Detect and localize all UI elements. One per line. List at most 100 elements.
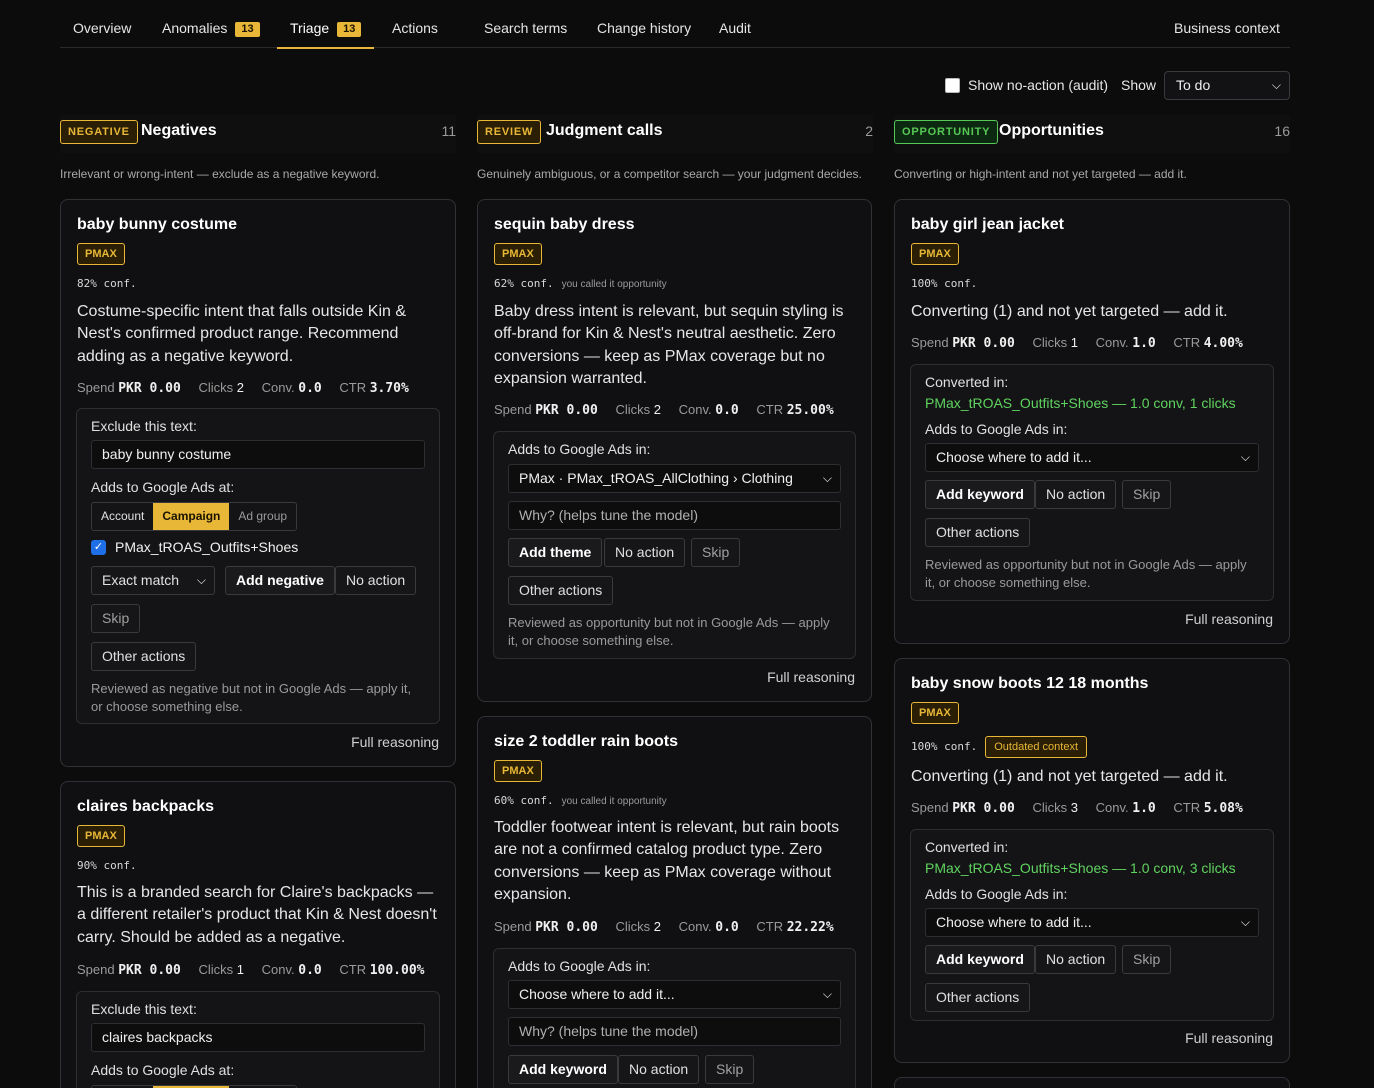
pmax-tag: PMAX xyxy=(494,760,542,782)
action-panel: Exclude this text: baby bunny costume Ad… xyxy=(76,408,440,724)
no-action-button[interactable]: No action xyxy=(1035,945,1117,974)
column-title: Negatives xyxy=(141,122,217,139)
adds-at-label: Adds to Google Ads at: xyxy=(91,479,235,495)
spend-value: PKR 0.00 xyxy=(535,920,598,935)
tab-label: Business context xyxy=(1174,20,1280,36)
other-actions-button[interactable]: Other actions xyxy=(91,642,197,671)
triage-card: claires backpacks PMAX 90% conf. This is… xyxy=(60,781,456,1088)
column-count: 11 xyxy=(441,123,456,139)
tab-label: Overview xyxy=(73,20,132,36)
spend-value: PKR 0.00 xyxy=(952,336,1015,351)
action-panel: Converted in: PMax_tROAS_Outfits+Shoes —… xyxy=(910,364,1274,601)
conv-label: Conv. xyxy=(1095,335,1129,350)
no-action-button[interactable]: No action xyxy=(1035,480,1117,509)
target-select[interactable]: Choose where to add it... ⌵ xyxy=(508,980,841,1009)
target-select[interactable]: Choose where to add it... ⌵ xyxy=(925,908,1259,937)
full-reasoning-link[interactable]: Full reasoning xyxy=(767,669,855,685)
tab-change-history[interactable]: Change history xyxy=(597,0,691,48)
tab-bar: Overview Anomalies 13 Triage 13 Actions Se… xyxy=(60,0,1290,49)
add-theme-button[interactable]: Add theme xyxy=(508,538,603,567)
campaign-checkbox[interactable]: ✓ xyxy=(91,540,106,555)
exclude-text-input[interactable]: claires backpacks xyxy=(91,1023,425,1052)
chevron-down-icon: ⌵ xyxy=(822,987,832,1001)
why-input[interactable]: Why? (helps tune the model) xyxy=(508,501,841,530)
negative-pill: NEGATIVE xyxy=(60,120,138,144)
confidence-value: 62% conf. xyxy=(494,277,554,290)
clicks-label: Clicks xyxy=(198,962,234,977)
show-label: Show xyxy=(1121,77,1157,93)
tab-anomalies[interactable]: Anomalies 13 xyxy=(162,0,260,48)
skip-button[interactable]: Skip xyxy=(1122,480,1172,509)
clicks-label: Clicks xyxy=(1032,335,1068,350)
chevron-down-icon: ⌵ xyxy=(1240,450,1250,464)
action-panel: Exclude this text: claires backpacks Add… xyxy=(76,991,440,1088)
seg-account[interactable]: Account xyxy=(92,503,153,530)
full-reasoning-link[interactable]: Full reasoning xyxy=(1185,1030,1273,1046)
conv-label: Conv. xyxy=(261,962,295,977)
ctr-label: CTR xyxy=(756,402,784,417)
you-called-note: you called it opportunity xyxy=(561,796,667,807)
clicks-value: 2 xyxy=(236,380,244,395)
card-reason: Baby dress intent is relevant, but sequi… xyxy=(494,303,844,388)
review-pill: REVIEW xyxy=(477,120,542,144)
add-keyword-button[interactable]: Add keyword xyxy=(925,945,1035,974)
converted-campaign: PMax_tROAS_Outfits+Shoes — 1.0 conv, 1 c… xyxy=(925,395,1236,411)
spend-label: Spend xyxy=(911,335,949,350)
why-input[interactable]: Why? (helps tune the model) xyxy=(508,1017,841,1046)
target-select[interactable]: Choose where to add it... ⌵ xyxy=(925,443,1259,472)
spend-label: Spend xyxy=(494,919,532,934)
add-negative-button[interactable]: Add negative xyxy=(225,566,335,595)
skip-button[interactable]: Skip xyxy=(1122,945,1172,974)
tab-business-context[interactable]: Business context xyxy=(1174,0,1280,48)
clicks-value: 2 xyxy=(653,919,661,934)
full-reasoning-link[interactable]: Full reasoning xyxy=(351,734,439,750)
chevron-down-icon: ⌵ xyxy=(1240,915,1250,929)
count-badge: 13 xyxy=(235,22,260,37)
ctr-label: CTR xyxy=(339,380,367,395)
pmax-tag: PMAX xyxy=(911,702,959,724)
add-keyword-button[interactable]: Add keyword xyxy=(925,480,1035,509)
pmax-tag: PMAX xyxy=(77,825,125,847)
confidence: 82% conf. xyxy=(77,277,137,290)
match-type-select[interactable]: Exact match ⌵ xyxy=(91,566,215,595)
other-actions-button[interactable]: Other actions xyxy=(925,518,1031,547)
skip-button[interactable]: Skip xyxy=(691,538,741,567)
exclude-label: Exclude this text: xyxy=(91,418,197,434)
pmax-tag: PMAX xyxy=(911,243,959,265)
tab-label: Audit xyxy=(719,20,751,36)
clicks-label: Clicks xyxy=(615,919,651,934)
tab-actions[interactable]: Actions xyxy=(392,0,438,48)
show-select[interactable]: To do ⌵ xyxy=(1164,71,1290,100)
adds-at-label: Adds to Google Ads at: xyxy=(91,1062,235,1078)
seg-ad-group[interactable]: Ad group xyxy=(229,503,296,530)
target-select[interactable]: PMax · PMax_tROAS_AllClothing › Clothing… xyxy=(508,464,841,493)
seg-campaign[interactable]: Campaign xyxy=(153,503,230,530)
other-actions-button[interactable]: Other actions xyxy=(925,983,1031,1012)
tab-audit[interactable]: Audit xyxy=(719,0,751,48)
card-title: claires backpacks xyxy=(77,798,214,815)
action-panel: Adds to Google Ads in: PMax · PMax_tROAS… xyxy=(493,431,856,659)
show-no-action-label: Show no-action (audit) xyxy=(968,77,1109,93)
add-keyword-button[interactable]: Add keyword xyxy=(508,1055,618,1084)
other-actions-button[interactable]: Other actions xyxy=(508,576,614,605)
tab-overview[interactable]: Overview xyxy=(73,0,131,48)
column-title: Opportunities xyxy=(999,122,1104,139)
exclude-text-input[interactable]: baby bunny costume xyxy=(91,440,425,469)
no-action-button[interactable]: No action xyxy=(618,1055,700,1084)
clicks-value: 2 xyxy=(653,402,661,417)
no-action-button[interactable]: No action xyxy=(604,538,686,567)
skip-button[interactable]: Skip xyxy=(705,1055,755,1084)
clicks-value: 3 xyxy=(1070,800,1078,815)
action-panel: Converted in: PMax_tROAS_Outfits+Shoes —… xyxy=(910,829,1274,1021)
adds-in-label: Adds to Google Ads in: xyxy=(508,958,651,974)
column-count: 2 xyxy=(865,123,873,139)
chevron-down-icon: ⌵ xyxy=(1271,78,1281,92)
tab-search-terms[interactable]: Search terms xyxy=(484,0,567,48)
checkmark-icon: ✓ xyxy=(93,541,104,553)
show-no-action-checkbox[interactable] xyxy=(945,78,960,93)
skip-button[interactable]: Skip xyxy=(91,604,141,633)
confidence-value: 100% conf. xyxy=(911,740,978,753)
full-reasoning-link[interactable]: Full reasoning xyxy=(1185,611,1273,627)
no-action-button[interactable]: No action xyxy=(335,566,417,595)
tab-triage[interactable]: Triage 13 xyxy=(276,0,375,49)
